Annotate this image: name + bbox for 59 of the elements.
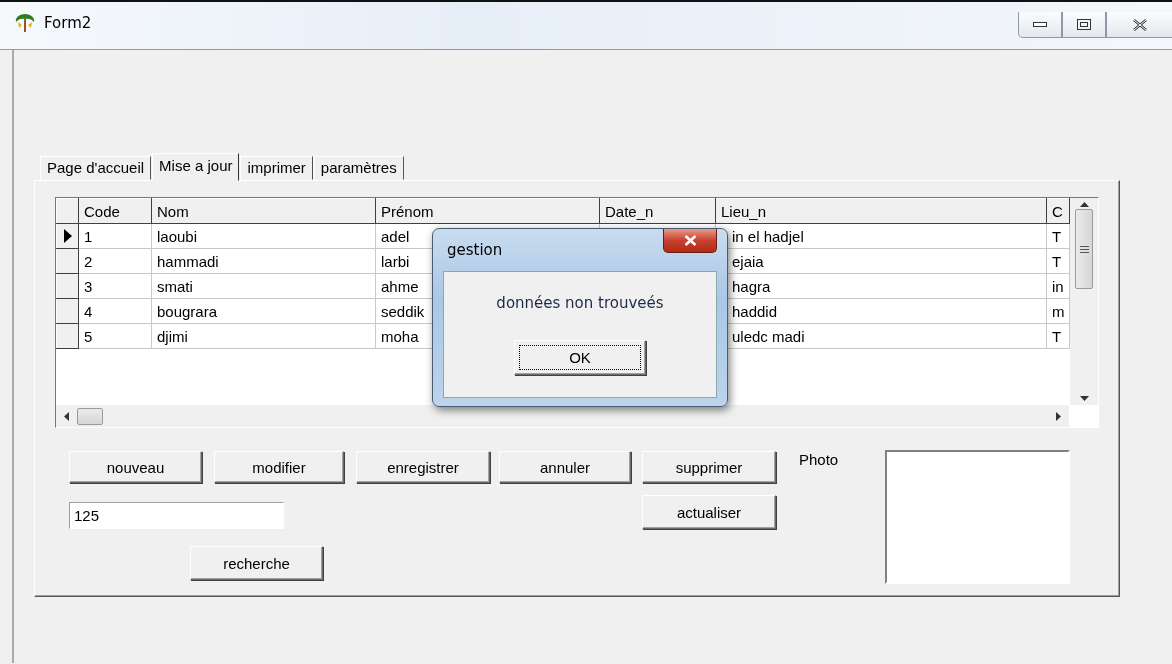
maximize-icon bbox=[1077, 19, 1091, 30]
scroll-thumb[interactable] bbox=[1075, 209, 1093, 289]
current-row-icon bbox=[63, 229, 73, 243]
table-cell: T bbox=[1046, 223, 1070, 249]
action-button[interactable]: supprimer bbox=[642, 451, 776, 483]
table-cell: 3 bbox=[78, 273, 152, 299]
search-field[interactable]: 125 bbox=[69, 502, 284, 529]
ok-button[interactable]: OK bbox=[514, 340, 646, 375]
minimize-icon bbox=[1033, 22, 1047, 27]
tab[interactable]: paramètres bbox=[313, 156, 404, 180]
row-selector[interactable] bbox=[56, 298, 79, 324]
table-cell: 4 bbox=[78, 298, 152, 324]
close-icon bbox=[683, 235, 697, 246]
row-selector[interactable] bbox=[56, 248, 79, 274]
table-cell: 5 bbox=[78, 323, 152, 349]
column-header[interactable]: C bbox=[1046, 198, 1070, 224]
table-cell: 2 bbox=[78, 248, 152, 274]
vertical-scrollbar[interactable] bbox=[1070, 198, 1098, 405]
column-header[interactable]: Nom bbox=[151, 198, 376, 224]
tab[interactable]: Mise a jour bbox=[152, 153, 240, 181]
table-cell: laoubi bbox=[151, 223, 376, 249]
maximize-button[interactable] bbox=[1062, 12, 1106, 38]
minimize-button[interactable] bbox=[1018, 12, 1062, 38]
scroll-left-icon[interactable] bbox=[64, 411, 69, 421]
close-icon bbox=[1131, 18, 1148, 31]
scroll-down-icon[interactable] bbox=[1079, 396, 1089, 401]
table-cell: T bbox=[1046, 323, 1070, 349]
row-selector[interactable] bbox=[56, 273, 79, 299]
scroll-right-icon[interactable] bbox=[1056, 411, 1061, 421]
tab[interactable]: imprimer bbox=[240, 156, 313, 180]
column-header[interactable]: Lieu_n bbox=[715, 198, 1047, 224]
tab[interactable]: Page d'accueil bbox=[40, 156, 152, 180]
table-cell: djimi bbox=[151, 323, 376, 349]
action-button[interactable]: enregistrer bbox=[356, 451, 490, 483]
horizontal-scrollbar[interactable] bbox=[56, 405, 1069, 427]
action-button[interactable]: modifier bbox=[214, 451, 344, 483]
table-cell: hammadi bbox=[151, 248, 376, 274]
table-cell: in bbox=[1046, 273, 1070, 299]
action-button[interactable]: nouveau bbox=[69, 451, 202, 483]
column-header[interactable]: Date_n bbox=[599, 198, 716, 224]
search-button[interactable]: recherche bbox=[190, 546, 323, 580]
row-selector[interactable] bbox=[56, 223, 79, 249]
table-cell: bougrara bbox=[151, 298, 376, 324]
column-header[interactable]: Prénom bbox=[375, 198, 600, 224]
photo-label: Photo bbox=[799, 451, 840, 468]
scroll-thumb[interactable] bbox=[77, 407, 103, 425]
close-button[interactable] bbox=[663, 229, 717, 253]
scroll-up-icon[interactable] bbox=[1079, 202, 1089, 207]
row-selector[interactable] bbox=[56, 323, 79, 349]
app-icon bbox=[14, 12, 36, 33]
refresh-button[interactable]: actualiser bbox=[642, 495, 776, 529]
table-cell: m bbox=[1046, 298, 1070, 324]
window-title: Form2 bbox=[44, 13, 92, 32]
table-cell: T bbox=[1046, 248, 1070, 274]
action-button[interactable]: annuler bbox=[499, 451, 631, 483]
table-cell: 1 bbox=[78, 223, 152, 249]
grip-icon bbox=[1079, 245, 1089, 253]
column-header[interactable]: Code bbox=[78, 198, 152, 224]
table-cell: smati bbox=[151, 273, 376, 299]
